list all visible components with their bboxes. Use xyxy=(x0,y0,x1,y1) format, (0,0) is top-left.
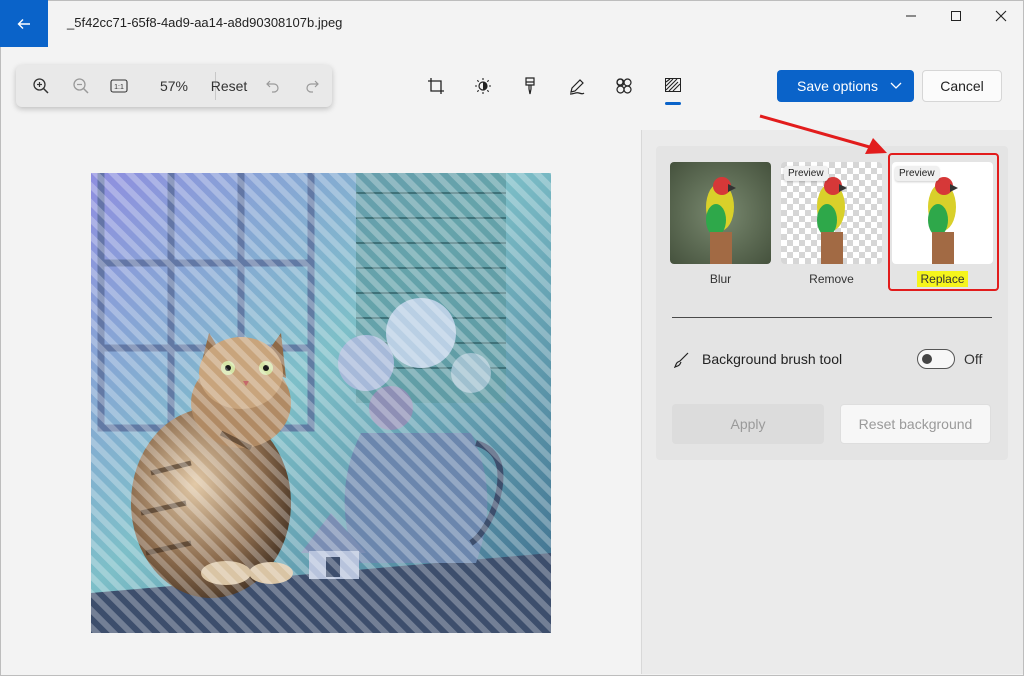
undo-icon xyxy=(266,80,279,93)
maximize-icon xyxy=(951,11,961,21)
background-tool[interactable] xyxy=(659,74,687,98)
zoom-in-button[interactable] xyxy=(28,65,54,107)
reset-button[interactable]: Reset xyxy=(211,65,248,107)
markup-pen-icon xyxy=(569,79,585,95)
actual-size-icon: 1:1 xyxy=(110,79,128,93)
adjust-tool[interactable] xyxy=(469,74,497,98)
retouch-brush-icon xyxy=(525,77,535,95)
preview-badge: Preview xyxy=(784,166,828,181)
zoom-level: 57% xyxy=(159,78,189,94)
background-brush-tool-label: Background brush tool xyxy=(702,351,843,367)
markup-tool[interactable] xyxy=(563,74,591,98)
cat-photo-image xyxy=(91,173,551,633)
close-button[interactable] xyxy=(978,0,1024,32)
reset-background-button[interactable]: Reset background xyxy=(840,404,991,444)
svg-text:1:1: 1:1 xyxy=(114,84,124,91)
back-arrow-icon xyxy=(17,18,30,29)
zoom-in-icon xyxy=(33,78,49,94)
actual-size-button[interactable]: 1:1 xyxy=(106,65,132,107)
cancel-button[interactable]: Cancel xyxy=(922,70,1002,102)
close-icon xyxy=(995,10,1007,22)
zoom-out-button[interactable] xyxy=(68,65,94,107)
brightness-icon xyxy=(475,78,491,94)
brush-icon xyxy=(674,352,689,368)
blur-option[interactable] xyxy=(670,162,771,264)
minimize-button[interactable] xyxy=(888,0,934,32)
filter-tool[interactable] xyxy=(610,74,638,98)
undo-button[interactable] xyxy=(261,65,285,107)
save-options-label: Save options xyxy=(797,78,878,94)
apply-button[interactable]: Apply xyxy=(672,404,824,444)
toggle-state-label: Off xyxy=(964,351,983,367)
active-tool-indicator xyxy=(665,102,681,105)
window-title: _5f42cc71-65f8-4ad9-aa14-a8d90308107b.jp… xyxy=(67,15,343,30)
blur-parrot-thumbnail xyxy=(670,162,771,264)
remove-option-label: Remove xyxy=(809,272,854,286)
zoom-toolbar: 1:1 57% Reset xyxy=(16,65,332,107)
redo-icon xyxy=(306,80,319,93)
filter-icon xyxy=(616,78,632,94)
remove-option[interactable]: Preview xyxy=(781,162,882,264)
minimize-icon xyxy=(906,15,916,17)
retouch-tool[interactable] xyxy=(516,74,544,98)
save-options-button[interactable]: Save options xyxy=(777,70,914,102)
toggle-knob xyxy=(922,354,932,364)
panel-divider xyxy=(672,317,992,318)
back-button[interactable] xyxy=(0,0,48,47)
background-brush-toggle[interactable] xyxy=(917,349,955,369)
crop-icon xyxy=(428,78,444,94)
maximize-button[interactable] xyxy=(933,0,979,32)
selection-highlight-box xyxy=(888,153,999,291)
blur-option-label: Blur xyxy=(709,272,732,286)
chevron-down-icon xyxy=(890,82,902,89)
annotation-arrow-icon xyxy=(759,114,887,154)
zoom-out-icon xyxy=(73,78,89,94)
background-icon xyxy=(665,78,681,92)
crop-tool[interactable] xyxy=(422,74,450,98)
redo-button[interactable] xyxy=(300,65,324,107)
canvas-image xyxy=(91,173,551,633)
